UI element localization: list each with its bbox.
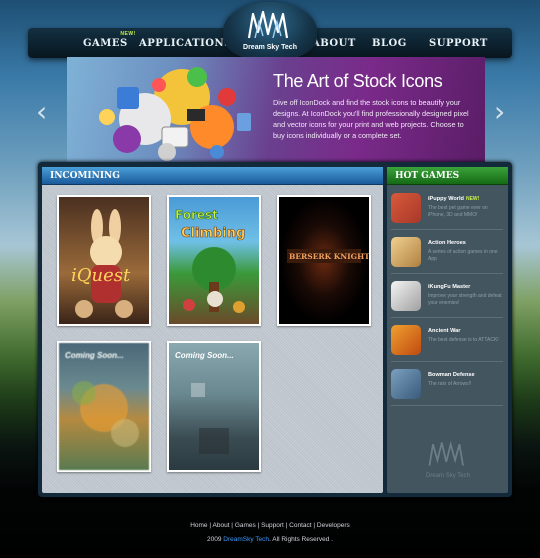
- hot-game-action-heroes[interactable]: Action Heroes A series of action games i…: [391, 233, 505, 273]
- hot-game-desc: The rain of Arrows!!: [428, 381, 472, 387]
- stock-icons-illustration: [99, 67, 251, 161]
- hot-game-desc: A series of action games in one App: [428, 249, 498, 262]
- bowman-defense-icon: [391, 369, 421, 399]
- logo-text: Dream Sky Tech: [243, 44, 297, 51]
- nav-applications[interactable]: APPLICATIONS: [139, 38, 232, 49]
- featured-banner[interactable]: The Art of Stock Icons Dive off IconDock…: [67, 57, 485, 163]
- copyright-suffix: . All Rights Reserved .: [269, 536, 333, 543]
- hot-game-name: Ancient War: [428, 328, 461, 334]
- forest-logo-line2: Climbing: [181, 226, 245, 241]
- game-card-iquest[interactable]: iQuest: [57, 195, 151, 326]
- forest-climbing-art: Forest Climbing: [175, 208, 246, 313]
- hot-games-title: HOT GAMES: [387, 167, 508, 185]
- new-badge: NEW!: [465, 196, 480, 202]
- nav-support[interactable]: SUPPORT: [429, 38, 488, 49]
- hot-game-name: Action Heroes: [428, 240, 466, 246]
- action-heroes-icon: [391, 237, 421, 267]
- copyright-year: 2009: [207, 536, 222, 543]
- footer-link-developers[interactable]: Developers: [317, 522, 350, 529]
- divider: [391, 317, 503, 318]
- divider: [391, 361, 503, 362]
- hot-game-bowman-defense[interactable]: Bowman Defense The rain of Arrows!!: [391, 365, 505, 405]
- game-card-coming-soon-2[interactable]: Coming Soon...: [167, 341, 261, 472]
- hot-games-section: HOT GAMES iPuppy World NEW! The best pet …: [387, 167, 508, 493]
- berserk-logo-text: BERSERK KNIGHT: [289, 252, 369, 261]
- logo-mark-icon: [247, 10, 289, 39]
- hot-game-ikungfu-master[interactable]: iKungFu Master Improve your strength and…: [391, 277, 505, 317]
- banner-description: Dive off IconDock and find the stock ico…: [273, 98, 469, 140]
- footer-links: Home | About | Games | Support | Contact…: [0, 522, 540, 529]
- game-card-berserk-knight[interactable]: BERSERK KNIGHT: [277, 195, 371, 326]
- banner-title: The Art of Stock Icons: [273, 71, 443, 91]
- coming-soon-1-artwork: Coming Soon...: [59, 343, 149, 470]
- hot-game-name: iKungFu Master: [428, 284, 471, 290]
- divider: [391, 229, 503, 230]
- forest-climbing-artwork: Forest Climbing: [169, 197, 259, 324]
- footer-link-support[interactable]: Support: [261, 522, 284, 529]
- hot-game-name: Bowman Defense: [428, 372, 475, 378]
- blurred-art-1: [72, 381, 139, 447]
- watermark-text: Dream Sky Tech: [426, 473, 470, 479]
- copyright: 2009 DreamSky Tech. All Rights Reserved …: [0, 536, 540, 543]
- incoming-title: INCOMINING: [42, 167, 383, 185]
- main-panel: INCOMINING iQuest Forest Climbing BERSER…: [38, 162, 512, 497]
- incoming-section: INCOMINING iQuest Forest Climbing BERSER…: [42, 167, 383, 493]
- footer-link-home[interactable]: Home: [190, 522, 207, 529]
- coming-soon-label: Coming Soon...: [175, 351, 234, 360]
- coming-soon-label: Coming Soon...: [65, 351, 124, 360]
- divider: [391, 273, 503, 274]
- ancient-war-icon: [391, 325, 421, 355]
- logo-watermark-icon: [428, 440, 464, 466]
- berserk-knight-art: BERSERK KNIGHT: [287, 249, 369, 263]
- copyright-brand[interactable]: DreamSky Tech: [223, 536, 269, 543]
- hot-game-name: iPuppy World: [428, 196, 464, 202]
- game-card-coming-soon-1[interactable]: Coming Soon...: [57, 341, 151, 472]
- berserk-knight-artwork: BERSERK KNIGHT: [279, 197, 369, 324]
- forest-logo-line1: Forest: [175, 208, 218, 222]
- nav-games-label: GAMES: [83, 38, 128, 49]
- coming-soon-2-artwork: Coming Soon...: [169, 343, 259, 470]
- iquest-bunny-art: iQuest: [71, 209, 133, 318]
- iquest-logo-text: iQuest: [71, 265, 131, 286]
- nav-blog[interactable]: BLOG: [372, 38, 407, 49]
- ipuppy-world-icon: [391, 193, 421, 223]
- nav-about[interactable]: ABOUT: [312, 38, 356, 49]
- banner-next-arrow[interactable]: ›: [494, 95, 505, 128]
- nav-games[interactable]: GAMES NEW!: [83, 31, 135, 49]
- footer-link-games[interactable]: Games: [235, 522, 256, 529]
- hot-game-desc: The best pet game ever on iPhone, 3D and…: [428, 205, 488, 218]
- hot-game-ipuppy-world[interactable]: iPuppy World NEW! The best pet game ever …: [391, 189, 505, 229]
- divider: [391, 405, 503, 406]
- blurred-art-2: [191, 383, 229, 454]
- banner-prev-arrow[interactable]: ‹: [36, 95, 47, 128]
- footer-link-contact[interactable]: Contact: [289, 522, 311, 529]
- hot-game-desc: The best defense is to ATTACK!: [428, 337, 499, 343]
- ikungfu-master-icon: [391, 281, 421, 311]
- iquest-artwork: iQuest: [59, 197, 149, 324]
- logo-watermark: Dream Sky Tech: [415, 439, 481, 479]
- hot-game-desc: Improve your strength and defeat your en…: [428, 293, 502, 306]
- hot-game-ancient-war[interactable]: Ancient War The best defense is to ATTAC…: [391, 321, 505, 361]
- game-card-forest-climbing[interactable]: Forest Climbing: [167, 195, 261, 326]
- new-badge: NEW!: [120, 31, 136, 37]
- footer-link-about[interactable]: About: [213, 522, 230, 529]
- site-logo[interactable]: Dream Sky Tech: [223, 2, 317, 60]
